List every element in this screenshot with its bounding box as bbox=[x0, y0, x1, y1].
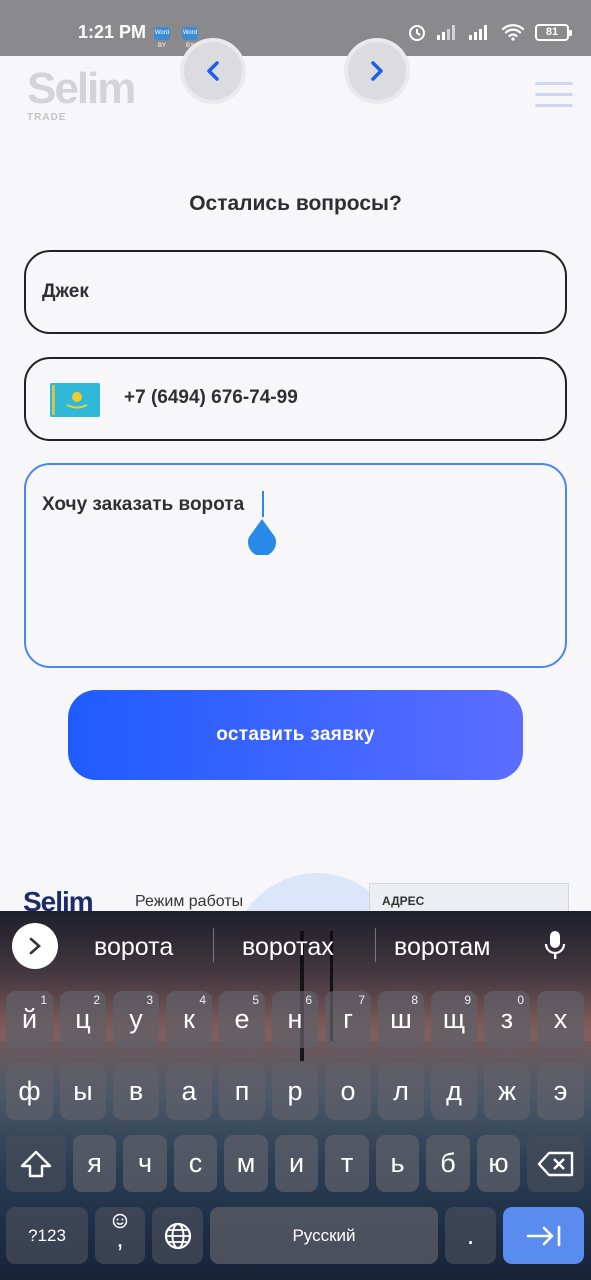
next-field-key[interactable] bbox=[503, 1207, 584, 1264]
expand-suggestions-button[interactable] bbox=[12, 923, 58, 969]
on-screen-keyboard: ворота воротах воротам й1 ц2 у3 к4 е5 н6… bbox=[0, 911, 591, 1280]
suggestion-1[interactable]: ворота bbox=[94, 933, 173, 962]
submit-request-button[interactable]: оставить заявку bbox=[68, 690, 523, 780]
key-и[interactable]: и bbox=[275, 1135, 318, 1192]
key-с[interactable]: с bbox=[174, 1135, 217, 1192]
wifi-icon bbox=[501, 24, 525, 41]
key-ю[interactable]: ю bbox=[477, 1135, 520, 1192]
hamburger-icon[interactable] bbox=[535, 82, 573, 115]
microphone-icon[interactable] bbox=[544, 929, 566, 961]
key-у[interactable]: у3 bbox=[113, 991, 159, 1048]
key-я[interactable]: я bbox=[73, 1135, 116, 1192]
key-з[interactable]: з0 bbox=[484, 991, 530, 1048]
suggestion-bar: ворота воротах воротам bbox=[0, 911, 591, 979]
key-р[interactable]: р bbox=[272, 1063, 318, 1120]
logo-wordmark: Selim bbox=[27, 64, 136, 113]
space-key[interactable]: Русский bbox=[210, 1207, 438, 1264]
key-т[interactable]: т bbox=[325, 1135, 369, 1192]
working-hours-label: Режим работы bbox=[135, 893, 244, 910]
form-title: Остались вопросы? bbox=[189, 192, 402, 215]
text-cursor-handle-icon[interactable] bbox=[246, 517, 278, 555]
key-е[interactable]: е5 bbox=[219, 991, 265, 1048]
key-в[interactable]: в bbox=[113, 1063, 159, 1120]
key-г[interactable]: г7 bbox=[325, 991, 371, 1048]
key-э[interactable]: э bbox=[537, 1063, 584, 1120]
backspace-key[interactable] bbox=[527, 1135, 584, 1192]
logo-subtitle: TRADE bbox=[27, 112, 67, 123]
suggestion-2[interactable]: воротах bbox=[242, 933, 334, 962]
site-logo[interactable]: Selim TRADE bbox=[27, 64, 142, 124]
chevron-left-icon bbox=[207, 61, 219, 81]
key-х[interactable]: х bbox=[537, 991, 584, 1048]
address-label: АДРЕС bbox=[382, 894, 425, 908]
phone-input[interactable]: +7 (6494) 676-74-99 bbox=[24, 357, 567, 441]
chevron-right-icon bbox=[371, 61, 383, 81]
backspace-icon bbox=[537, 1151, 573, 1176]
word-app-notification-icon: Word BY bbox=[154, 27, 170, 49]
key-п[interactable]: п bbox=[219, 1063, 265, 1120]
key-к[interactable]: к4 bbox=[166, 991, 212, 1048]
key-й[interactable]: й1 bbox=[6, 991, 53, 1048]
key-ь[interactable]: ь bbox=[376, 1135, 419, 1192]
suggestion-divider bbox=[375, 928, 376, 962]
word-app-notification-icon: Word BY bbox=[182, 27, 198, 49]
key-б[interactable]: б bbox=[426, 1135, 470, 1192]
status-bar: 1:21 PM Word BY Word BY 81 bbox=[0, 0, 591, 56]
key-м[interactable]: м bbox=[224, 1135, 268, 1192]
message-textarea[interactable]: Хочу заказать ворота bbox=[24, 463, 567, 668]
key-ч[interactable]: ч bbox=[123, 1135, 167, 1192]
key-а[interactable]: а bbox=[166, 1063, 212, 1120]
period-key[interactable]: . bbox=[445, 1207, 496, 1264]
globe-icon bbox=[164, 1222, 191, 1249]
shift-key[interactable] bbox=[6, 1135, 66, 1192]
phone-input-value: +7 (6494) 676-74-99 bbox=[124, 387, 298, 408]
name-input-value: Джек bbox=[42, 281, 89, 302]
key-о[interactable]: о bbox=[325, 1063, 371, 1120]
key-щ[interactable]: щ9 bbox=[431, 991, 477, 1048]
kazakhstan-flag-icon[interactable] bbox=[50, 383, 100, 417]
key-л[interactable]: л bbox=[378, 1063, 424, 1120]
message-textarea-value: Хочу заказать ворота bbox=[42, 494, 245, 515]
key-ц[interactable]: ц2 bbox=[60, 991, 106, 1048]
key-д[interactable]: д bbox=[431, 1063, 477, 1120]
name-input[interactable]: Джек bbox=[24, 250, 567, 334]
key-ы[interactable]: ы bbox=[60, 1063, 106, 1120]
battery-indicator: 81 bbox=[535, 23, 572, 41]
emoji-comma-key[interactable]: , bbox=[95, 1207, 145, 1264]
signal-icon bbox=[437, 25, 455, 40]
prev-slide-button[interactable] bbox=[184, 42, 242, 100]
shift-icon bbox=[20, 1150, 52, 1177]
key-н[interactable]: н6 bbox=[272, 991, 318, 1048]
key-ш[interactable]: ш8 bbox=[378, 991, 424, 1048]
suggestion-divider bbox=[213, 928, 214, 962]
next-slide-button[interactable] bbox=[348, 42, 406, 100]
suggestion-3[interactable]: воротам bbox=[394, 933, 490, 962]
text-cursor bbox=[262, 491, 264, 517]
tab-next-icon bbox=[526, 1225, 560, 1246]
language-key[interactable] bbox=[152, 1207, 203, 1264]
key-ж[interactable]: ж bbox=[484, 1063, 530, 1120]
alarm-icon bbox=[409, 25, 425, 41]
chevron-right-icon bbox=[29, 937, 41, 955]
signal-icon bbox=[469, 25, 487, 40]
symbols-key[interactable]: ?123 bbox=[6, 1207, 88, 1264]
status-time: 1:21 PM bbox=[78, 22, 147, 42]
key-ф[interactable]: ф bbox=[6, 1063, 53, 1120]
